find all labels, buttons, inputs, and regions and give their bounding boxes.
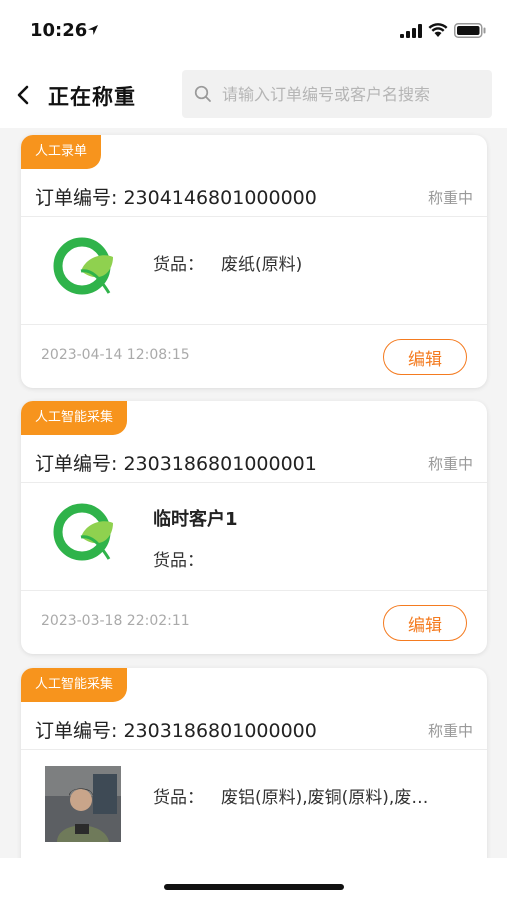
battery-icon (454, 23, 486, 38)
divider (21, 590, 487, 591)
source-tag: 人工录单 (21, 135, 102, 169)
search-icon (194, 85, 211, 102)
back-button[interactable] (10, 80, 36, 110)
chevron-left-icon (17, 85, 29, 105)
order-card[interactable]: 人工录单 订单编号: 2304146801000000 称重中 货品： 废纸(原… (21, 135, 487, 388)
divider (21, 749, 487, 750)
leaf-logo-icon (53, 237, 113, 295)
order-header: 订单编号: 2303186801000000 称重中 (21, 712, 487, 750)
goods-value: 废纸(原料) (221, 255, 303, 275)
leaf-logo-icon (53, 503, 113, 561)
goods-label: 货品： (153, 255, 204, 275)
location-arrow-icon (88, 25, 98, 35)
order-number: 订单编号: 2303186801000000 (35, 720, 317, 742)
order-number: 订单编号: 2304146801000000 (35, 187, 317, 209)
customer-name: 临时客户1 (153, 509, 238, 530)
bottom-safe-area (0, 858, 507, 900)
goods-label: 货品： (153, 788, 204, 808)
goods-value: 废铝(原料),废铜(原料),废… (221, 788, 429, 808)
source-tag: 人工智能采集 (21, 401, 128, 435)
home-indicator[interactable] (164, 884, 344, 890)
order-header: 订单编号: 2303186801000001 称重中 (21, 445, 487, 483)
order-card[interactable]: 人工智能采集 订单编号: 2303186801000001 称重中 临时客户1 … (21, 401, 487, 654)
order-header: 订单编号: 2304146801000000 称重中 (21, 179, 487, 217)
status-badge: 称重中 (427, 189, 473, 207)
order-number: 订单编号: 2303186801000001 (35, 453, 317, 475)
divider (21, 482, 487, 483)
divider (21, 216, 487, 217)
status-badge: 称重中 (427, 455, 473, 473)
signal-icon (400, 24, 422, 38)
edit-button[interactable]: 编辑 (383, 605, 467, 641)
wifi-icon (428, 23, 448, 37)
page-title: 正在称重 (48, 85, 136, 109)
status-time: 10:26 (30, 20, 88, 41)
search-input[interactable] (222, 84, 482, 104)
order-date: 2023-03-18 22:02:11 (41, 613, 190, 629)
search-box[interactable] (182, 70, 492, 118)
source-tag: 人工智能采集 (21, 668, 128, 702)
order-date: 2023-04-14 12:08:15 (41, 347, 190, 363)
status-bar: 10:26 (0, 0, 507, 62)
divider (21, 324, 487, 325)
edit-button[interactable]: 编辑 (383, 339, 467, 375)
status-badge: 称重中 (427, 722, 473, 740)
customer-photo (45, 766, 121, 842)
goods-label: 货品： (153, 551, 204, 571)
